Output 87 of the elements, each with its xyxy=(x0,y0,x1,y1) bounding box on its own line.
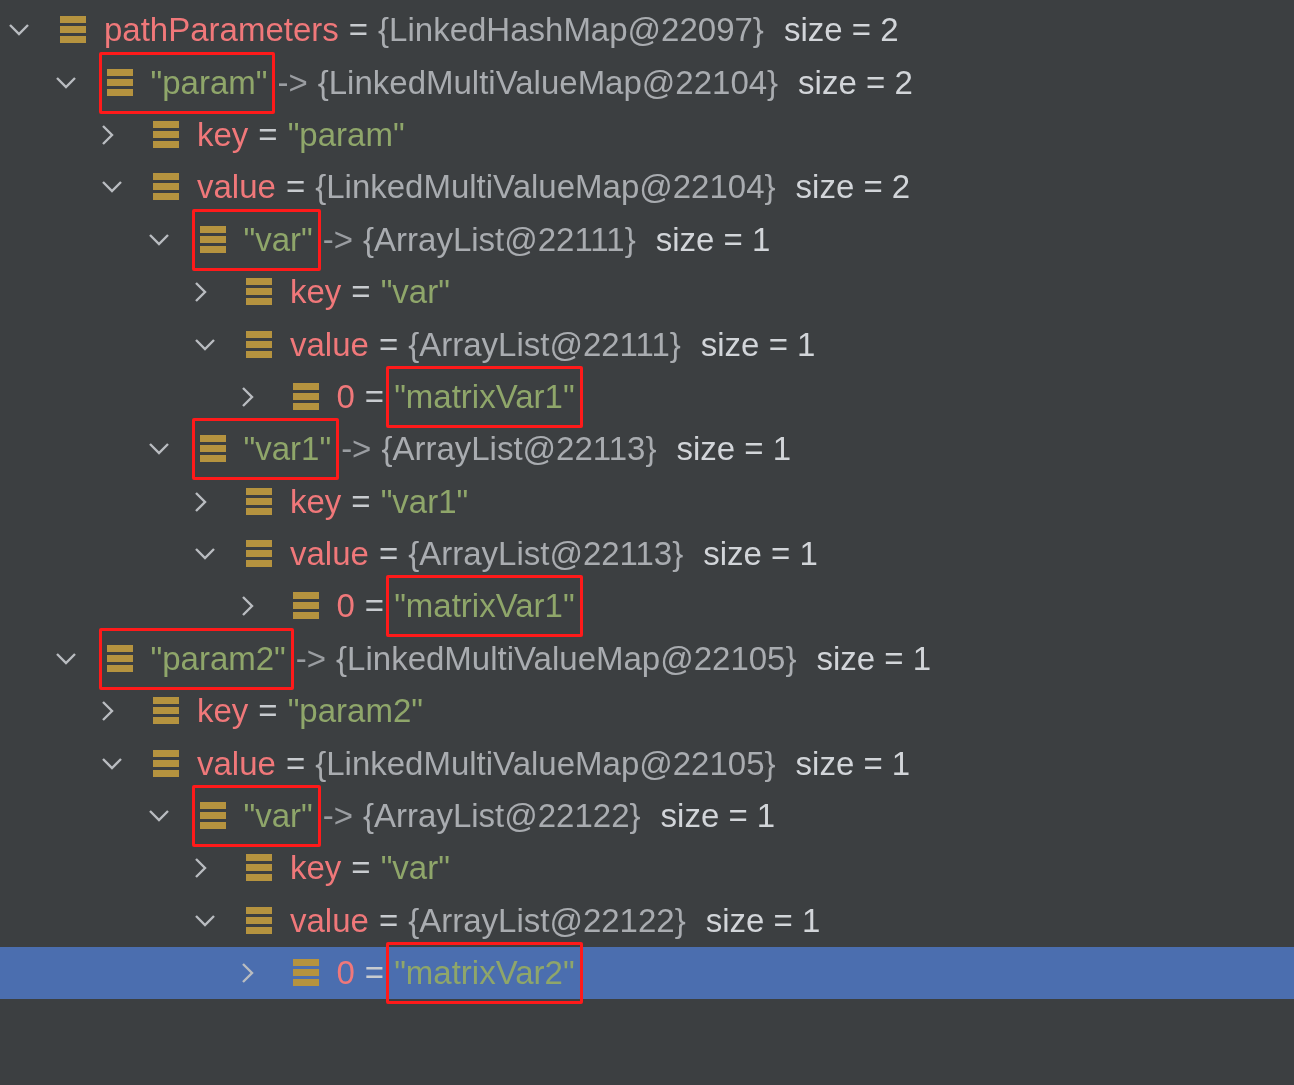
separator-text: = xyxy=(285,168,306,207)
variable-value: "var1" xyxy=(380,482,469,521)
variable-value: {LinkedMultiValueMap@22105} xyxy=(336,639,797,678)
separator-text: -> xyxy=(322,220,354,259)
variable-name: key xyxy=(197,115,249,154)
stack-icon xyxy=(153,173,179,202)
stack-icon xyxy=(153,749,179,778)
separator-text: = xyxy=(348,11,369,50)
variable-name: key xyxy=(290,273,342,312)
stack-icon xyxy=(199,225,226,254)
variable-name: pathParameters xyxy=(104,11,339,50)
size-text: size = 1 xyxy=(703,535,818,574)
variable-value: "var" xyxy=(380,849,450,888)
separator-text: = xyxy=(258,115,278,154)
separator-text: = xyxy=(351,273,371,312)
separator-text: = xyxy=(258,692,278,731)
stack-icon xyxy=(292,592,319,621)
variable-name: 0 xyxy=(336,377,355,416)
variable-value: {ArrayList@22111} xyxy=(363,220,636,259)
variable-value: "matrixVar2" xyxy=(394,954,575,993)
variable-name: value xyxy=(290,325,369,364)
separator-text: -> xyxy=(322,797,354,836)
variable-name: value xyxy=(197,168,276,207)
variable-value: {LinkedHashMap@22097} xyxy=(378,11,764,50)
variable-value: {LinkedMultiValueMap@22105} xyxy=(315,744,776,783)
stack-icon xyxy=(246,487,272,516)
separator-text: = xyxy=(351,482,371,521)
variable-name: value xyxy=(290,901,369,940)
variable-value: {ArrayList@22122} xyxy=(408,901,686,940)
variable-value: "matrixVar1" xyxy=(394,587,575,626)
stack-icon xyxy=(106,644,133,673)
size-text: size = 1 xyxy=(795,744,911,783)
variable-name: value xyxy=(290,535,369,574)
stack-icon xyxy=(199,435,226,464)
variable-value: {ArrayList@22113} xyxy=(408,535,684,574)
size-text: size = 1 xyxy=(655,220,771,259)
variable-name: key xyxy=(290,849,342,888)
separator-text: = xyxy=(364,954,385,993)
stack-icon xyxy=(292,382,319,411)
stack-icon xyxy=(153,120,179,149)
size-text: size = 2 xyxy=(795,168,911,207)
variable-name: key xyxy=(290,482,342,521)
size-text: size = 1 xyxy=(700,325,816,364)
size-text: size = 2 xyxy=(798,63,913,102)
variable-name: key xyxy=(197,692,249,731)
variable-value: "var" xyxy=(380,273,450,312)
variable-value: "param" xyxy=(287,115,405,154)
variable-value: {LinkedMultiValueMap@22104} xyxy=(317,63,779,102)
stack-icon xyxy=(246,906,272,935)
separator-text: = xyxy=(351,849,371,888)
variable-name: "var" xyxy=(243,220,313,259)
separator-text: = xyxy=(364,377,385,416)
separator-text: = xyxy=(285,744,306,783)
variable-name: 0 xyxy=(336,587,355,626)
size-text: size = 1 xyxy=(660,797,776,836)
variable-name: "param2" xyxy=(150,639,286,678)
variable-value: {ArrayList@22111} xyxy=(408,325,681,364)
stack-icon xyxy=(246,540,272,569)
variable-name: "var1" xyxy=(243,430,332,469)
stack-icon xyxy=(153,697,179,726)
stack-icon xyxy=(246,854,272,883)
separator-text: = xyxy=(378,535,399,574)
size-text: size = 1 xyxy=(816,639,932,678)
variable-name: "param" xyxy=(150,63,268,102)
separator-text: -> xyxy=(277,63,308,102)
variable-value: {LinkedMultiValueMap@22104} xyxy=(315,168,776,207)
stack-icon xyxy=(246,330,272,359)
separator-text: -> xyxy=(295,639,327,678)
variable-name: "var" xyxy=(243,797,313,836)
size-text: size = 2 xyxy=(783,11,899,50)
separator-text: -> xyxy=(341,430,372,469)
stack-icon xyxy=(60,16,86,45)
size-text: size = 1 xyxy=(676,430,792,469)
variable-name: value xyxy=(197,744,276,783)
separator-text: = xyxy=(378,325,399,364)
stack-icon xyxy=(199,802,226,831)
stack-icon xyxy=(106,68,133,97)
variable-value: {ArrayList@22113} xyxy=(381,430,657,469)
size-text: size = 1 xyxy=(705,901,821,940)
variable-value: "param2" xyxy=(287,692,423,731)
separator-text: = xyxy=(378,901,399,940)
variable-value: {ArrayList@22122} xyxy=(363,797,641,836)
variable-name: 0 xyxy=(336,954,355,993)
stack-icon xyxy=(246,278,272,307)
separator-text: = xyxy=(364,587,385,626)
variable-value: "matrixVar1" xyxy=(394,377,575,416)
stack-icon xyxy=(292,959,319,988)
